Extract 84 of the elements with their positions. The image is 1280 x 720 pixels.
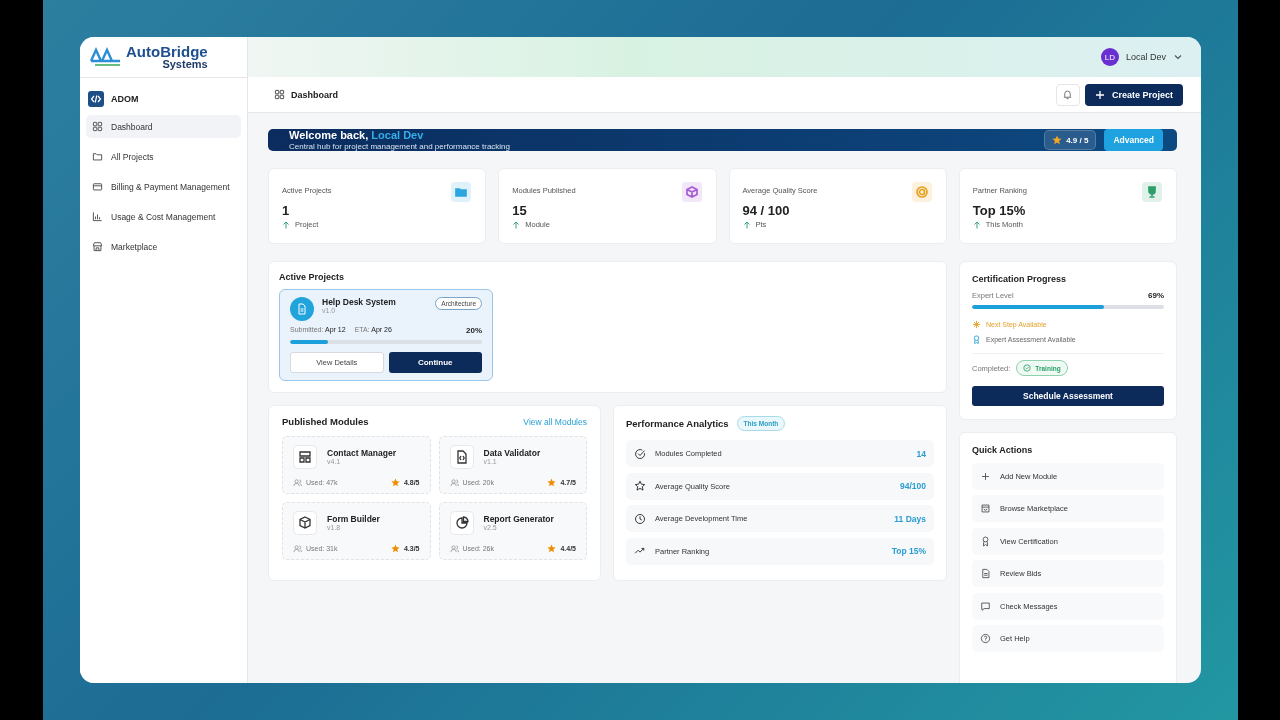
- welcome-title: Welcome back, Local Dev: [289, 129, 425, 141]
- progress-percent: 20%: [466, 326, 482, 335]
- sidebar-item[interactable]: Usage & Cost Management: [86, 205, 241, 228]
- section-title: Published Modules: [282, 416, 369, 427]
- sparkle-icon: [972, 320, 981, 329]
- document-icon: [980, 568, 991, 579]
- module-name: Contact Manager: [327, 449, 396, 458]
- section-title: Active Projects: [279, 272, 346, 282]
- folder-icon: [451, 182, 472, 202]
- rating-badge: 4.9 / 5: [1044, 130, 1097, 150]
- check-circle-icon: [1023, 364, 1032, 372]
- dashboard-icon: [92, 121, 103, 132]
- plus-icon: [1094, 89, 1105, 100]
- stat-value: 15: [512, 203, 528, 218]
- metric-value: Top 15%: [891, 546, 926, 556]
- module-name: Report Generator: [483, 515, 554, 524]
- sidebar-item[interactable]: Billing & Payment Management: [86, 175, 241, 198]
- progress-percent: 69%: [1148, 291, 1164, 300]
- bar-chart-icon: [92, 211, 103, 222]
- stat-value: Top 15%: [972, 203, 1027, 218]
- users-icon: [449, 544, 459, 553]
- section-title: Performance Analytics: [626, 418, 729, 429]
- notifications-button[interactable]: [1055, 83, 1080, 106]
- bell-icon: [1062, 89, 1074, 100]
- project-name: Help Desk System: [322, 297, 397, 307]
- folder-icon: [92, 151, 103, 162]
- user-menu[interactable]: LD Local Dev: [1100, 48, 1183, 66]
- arrow-up-icon: [742, 220, 751, 229]
- shopping-bag-icon: [980, 503, 991, 514]
- store-icon: [92, 241, 103, 252]
- metric-value: 94/100: [900, 481, 926, 491]
- brand-subtitle: Systems: [162, 59, 208, 70]
- star-icon: [634, 480, 646, 492]
- trend-up-icon: [634, 545, 646, 557]
- dashboard-icon: [274, 89, 285, 100]
- pie-chart-icon: [449, 511, 474, 535]
- welcome-subtitle: Central hub for project management and performance tracking: [289, 142, 510, 151]
- trophy-icon: [1142, 182, 1162, 202]
- star-icon: [390, 478, 400, 487]
- plus-icon: [980, 470, 991, 482]
- section-title: Quick Actions: [972, 445, 1034, 455]
- arrow-up-icon: [972, 220, 981, 229]
- code-icon: [88, 91, 104, 107]
- code-file-icon: [449, 445, 474, 469]
- document-icon: [290, 297, 314, 321]
- star-icon: [1052, 135, 1063, 145]
- sidebar-item[interactable]: Dashboard: [86, 115, 241, 138]
- layout-icon: [293, 445, 317, 469]
- sidebar-item[interactable]: Marketplace: [86, 235, 241, 258]
- metric-value: 11 Days: [894, 513, 926, 524]
- star-icon: [390, 544, 400, 553]
- users-icon: [293, 478, 302, 487]
- module-name: Form Builder: [327, 515, 380, 524]
- metric-value: 14: [916, 448, 926, 459]
- cube-icon: [293, 511, 317, 535]
- award-icon: [972, 335, 981, 344]
- module-name: Data Validator: [483, 449, 541, 458]
- star-icon: [547, 544, 557, 553]
- users-icon: [449, 478, 459, 487]
- award-icon: [980, 535, 991, 547]
- clock-icon: [634, 512, 646, 525]
- star-icon: [547, 478, 557, 487]
- level-badge: Advanced: [1104, 129, 1163, 151]
- workspace-name: ADOM: [111, 94, 139, 104]
- continue-button[interactable]: Continue: [388, 352, 482, 373]
- users-icon: [293, 544, 302, 553]
- cube-icon: [681, 182, 702, 202]
- create-project-button[interactable]: Create Project: [1084, 83, 1183, 106]
- brand-name: AutoBridge: [126, 44, 208, 59]
- section-title: Certification Progress: [972, 274, 1068, 284]
- target-icon: [911, 182, 932, 202]
- sidebar-item[interactable]: All Projects: [86, 145, 241, 168]
- arrow-up-icon: [282, 220, 290, 229]
- credit-card-icon: [92, 181, 103, 192]
- breadcrumb: Dashboard: [291, 89, 338, 100]
- message-icon: [980, 600, 991, 612]
- stat-value: 1: [282, 203, 291, 218]
- schedule-assessment-button[interactable]: Schedule Assessment: [972, 386, 1164, 406]
- user-name: Local Dev: [1125, 52, 1166, 62]
- help-icon: [980, 633, 991, 644]
- user-avatar: LD: [1100, 48, 1119, 66]
- chevron-down-icon: [1173, 52, 1183, 62]
- stat-value: 94 / 100: [742, 203, 791, 218]
- arrow-up-icon: [512, 220, 521, 229]
